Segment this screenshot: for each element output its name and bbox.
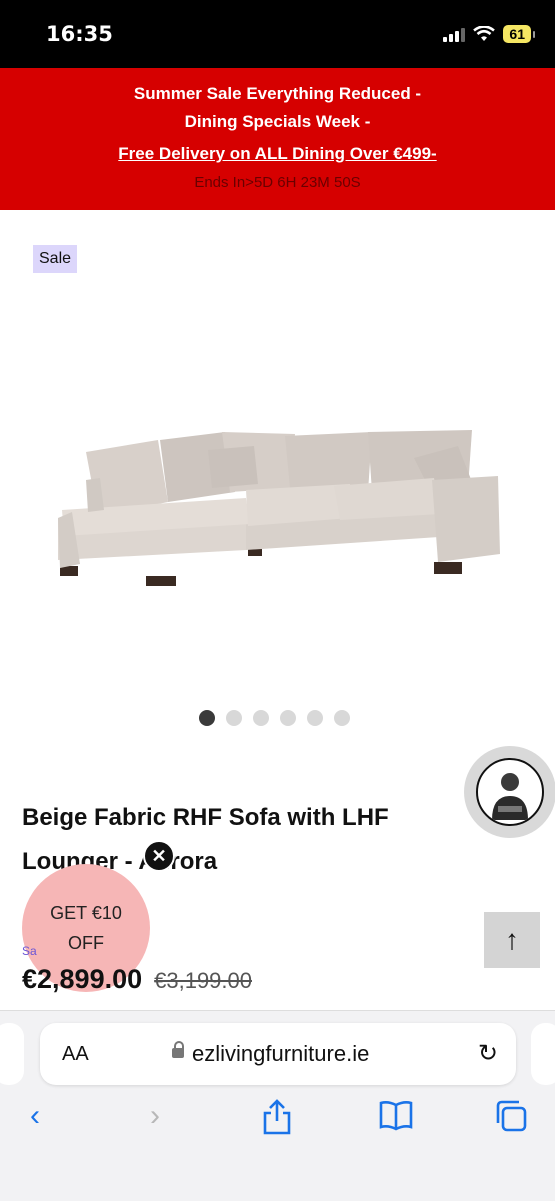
promo-link-free-delivery[interactable]: Free Delivery on ALL Dining Over €499-: [0, 144, 555, 164]
original-price: €3,199.00: [154, 968, 252, 993]
text-size-button[interactable]: AA: [62, 1043, 89, 1066]
assistant-avatar: [476, 758, 544, 826]
offer-line-2: OFF: [68, 933, 104, 953]
signal-icon: [443, 26, 466, 42]
sale-label-small: Sa: [22, 944, 37, 958]
carousel-dot-4[interactable]: [280, 710, 296, 726]
share-icon[interactable]: [260, 1099, 294, 1135]
forward-icon[interactable]: ›: [150, 1099, 160, 1133]
promo-line-1: Summer Sale Everything Reduced -: [133, 84, 422, 103]
promo-banner: Summer Sale Everything Reduced - Dining …: [0, 68, 555, 210]
bookmarks-icon[interactable]: [378, 1099, 414, 1131]
carousel-dot-3[interactable]: [253, 710, 269, 726]
carousel-dot-5[interactable]: [307, 710, 323, 726]
browser-nav-row: ‹ ›: [0, 1099, 555, 1149]
next-tab-preview[interactable]: [531, 1023, 555, 1085]
status-time: 16:35: [46, 22, 113, 46]
browser-toolbar: AA ezlivingfurniture.ie ↻ ‹ ›: [0, 1010, 555, 1201]
previous-tab-preview[interactable]: [0, 1023, 24, 1085]
back-icon[interactable]: ‹: [30, 1099, 40, 1133]
carousel-dot-1[interactable]: [199, 710, 215, 726]
status-bar: 16:35 61: [0, 0, 555, 68]
close-icon[interactable]: ✕: [143, 840, 175, 872]
battery-icon: 61: [503, 25, 535, 43]
tabs-icon[interactable]: [494, 1099, 528, 1133]
url-text[interactable]: ezlivingfurniture.ie: [192, 1041, 369, 1067]
carousel-dots: [199, 710, 350, 726]
offer-line-1: GET €10: [50, 903, 122, 923]
promo-line-2: Dining Specials Week -: [184, 112, 371, 131]
reload-icon[interactable]: ↻: [478, 1039, 498, 1068]
status-icons: 61: [443, 24, 535, 44]
carousel-dot-6[interactable]: [334, 710, 350, 726]
chat-assistant-button[interactable]: [464, 746, 555, 838]
address-bar[interactable]: AA ezlivingfurniture.ie ↻: [40, 1023, 516, 1085]
carousel-dot-2[interactable]: [226, 710, 242, 726]
current-price: €2,899.00: [22, 964, 143, 994]
wifi-icon: [473, 26, 496, 41]
promo-countdown: Ends In>5D 6H 23M 50S: [194, 174, 361, 191]
sale-badge: Sale: [33, 245, 78, 273]
scroll-to-top-button[interactable]: ↑: [484, 912, 540, 968]
price-row: €2,899.00 €3,199.00: [22, 964, 252, 995]
product-image-sofa[interactable]: [50, 418, 510, 598]
lock-icon: [172, 1041, 184, 1058]
